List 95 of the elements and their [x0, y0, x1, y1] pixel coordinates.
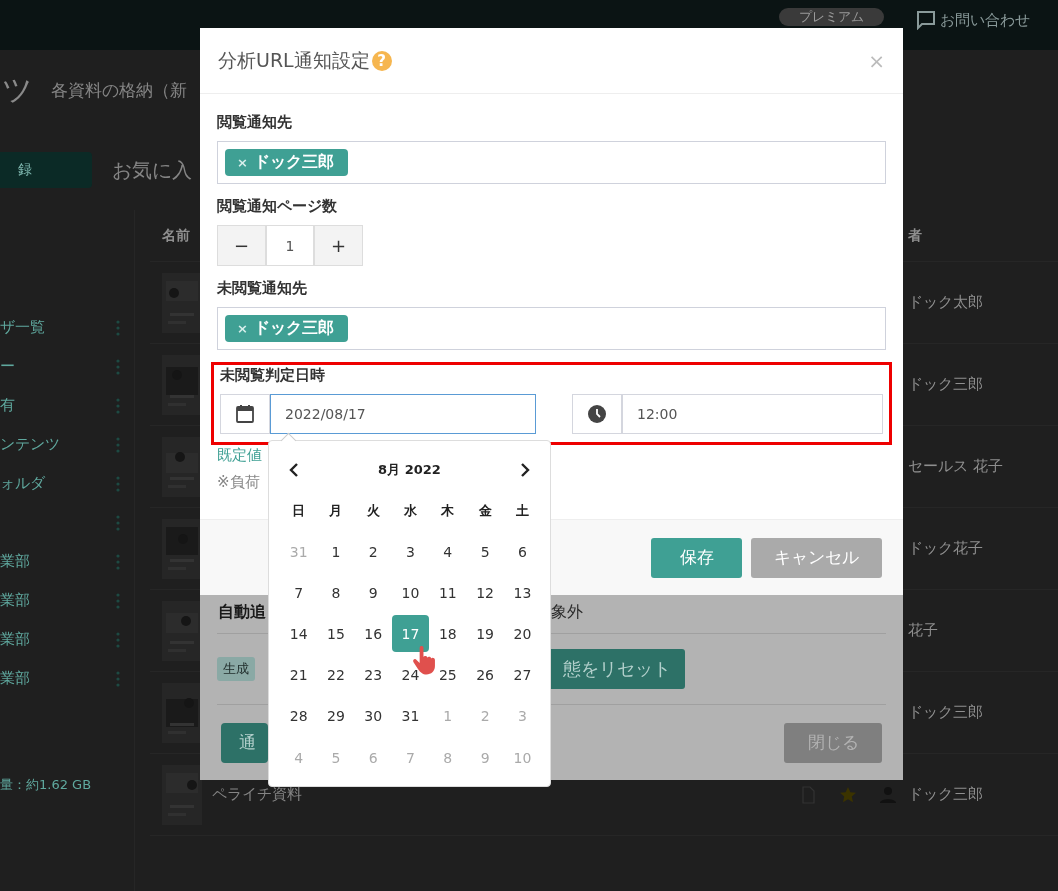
date-field[interactable]: 2022/08/17 [270, 394, 536, 434]
notify-button[interactable]: 通 [221, 722, 268, 763]
owner-name: ドック花子 [908, 539, 984, 558]
calendar-day[interactable]: 3 [392, 533, 430, 571]
more-icon[interactable] [116, 553, 120, 570]
owner-name: ドック太郎 [908, 293, 984, 312]
calendar-day[interactable]: 11 [429, 574, 467, 612]
weekday-label: 木 [441, 502, 455, 520]
more-icon[interactable] [116, 514, 120, 531]
calendar-day[interactable]: 30 [354, 697, 392, 735]
calendar-day[interactable]: 2 [354, 533, 392, 571]
calendar-day[interactable]: 9 [354, 574, 392, 612]
calendar-icon [235, 404, 255, 424]
time-field[interactable]: 12:00 [622, 394, 883, 434]
weekday-label: 土 [515, 502, 529, 520]
weekday-label: 日 [292, 502, 306, 520]
file-name[interactable]: ペライチ資料 [212, 785, 788, 804]
calendar-day[interactable]: 13 [503, 574, 541, 612]
calendar-day[interactable]: 28 [280, 697, 318, 735]
section-note: 象外 [551, 601, 583, 623]
increment-button[interactable]: + [314, 225, 363, 266]
calendar-day[interactable]: 19 [466, 615, 504, 653]
calendar-day[interactable]: 21 [280, 656, 318, 694]
page-title: ツ [2, 70, 33, 109]
more-icon[interactable] [116, 475, 120, 492]
favorites-label: お気に入 [112, 156, 192, 184]
sidebar-item[interactable]: 業部 [0, 630, 30, 649]
field-label: 閲覧通知ページ数 [217, 196, 338, 216]
more-icon[interactable] [116, 358, 120, 375]
owner-name: ドック三郎 [908, 703, 984, 722]
sidebar-item[interactable]: 業部 [0, 552, 30, 571]
calendar-day[interactable]: 6 [503, 533, 541, 571]
more-icon[interactable] [116, 397, 120, 414]
section-heading: 自動追 [218, 601, 267, 623]
more-icon[interactable] [116, 670, 120, 687]
calendar-day[interactable]: 16 [354, 615, 392, 653]
calendar-day[interactable]: 26 [466, 656, 504, 694]
calendar-day[interactable]: 8 [317, 574, 355, 612]
calendar-button[interactable] [220, 394, 270, 434]
weekday-label: 月 [329, 502, 343, 520]
field-label: 未閲覧判定日時 [220, 365, 326, 385]
column-header: 者 [908, 226, 923, 245]
owner-name: ドック三郎 [908, 375, 984, 394]
owner-name: 花子 [908, 621, 939, 640]
calendar-day[interactable]: 15 [317, 615, 355, 653]
calendar-day[interactable]: 18 [429, 615, 467, 653]
dialog-title: 分析URL通知設定 [218, 47, 370, 73]
weekday-label: 金 [478, 502, 492, 520]
calendar-day[interactable]: 22 [317, 656, 355, 694]
more-icon[interactable] [116, 592, 120, 609]
more-icon[interactable] [116, 631, 120, 648]
note-text: ※負荷 [217, 473, 261, 492]
column-header: 名前 [162, 226, 191, 245]
field-label: 閲覧通知先 [217, 112, 293, 132]
field-label: 未閲覧通知先 [217, 278, 308, 298]
owner-name: ドック三郎 [908, 785, 984, 804]
sidebar-item[interactable]: ザ一覧 [0, 318, 45, 337]
clock-icon [587, 404, 607, 424]
premium-badge[interactable]: プレミアム [779, 8, 884, 26]
contact-link[interactable]: お問い合わせ [940, 10, 1030, 30]
sidebar-item[interactable]: ォルダ [0, 474, 45, 493]
calendar-day[interactable]: 1 [317, 533, 355, 571]
sidebar-item[interactable]: 有 [0, 396, 15, 415]
month-title: 8月 2022 [378, 461, 441, 479]
page-subtitle: 各資料の格納（新 [51, 78, 187, 102]
decrement-button[interactable]: − [217, 225, 266, 266]
calendar-day[interactable]: 4 [429, 533, 467, 571]
chevron-right-icon[interactable] [518, 462, 532, 478]
calendar-day[interactable]: 12 [466, 574, 504, 612]
calendar-day[interactable]: 5 [466, 533, 504, 571]
sidebar-item[interactable]: 業部 [0, 669, 30, 688]
chevron-left-icon[interactable] [287, 462, 301, 478]
status-badge: 生成 [217, 657, 255, 681]
calendar-day[interactable]: 14 [280, 615, 318, 653]
register-button[interactable]: 録 [0, 152, 92, 188]
more-icon[interactable] [116, 436, 120, 453]
owner-name: セールス 花子 [908, 457, 1004, 476]
more-icon[interactable] [116, 319, 120, 336]
chat-icon [916, 10, 936, 30]
calendar-day[interactable]: 20 [503, 615, 541, 653]
weekday-label: 火 [366, 502, 380, 520]
weekday-label: 水 [404, 502, 418, 520]
calendar-day[interactable]: 7 [280, 574, 318, 612]
sidebar-item[interactable]: 業部 [0, 591, 30, 610]
sidebar-item[interactable]: ンテンツ [0, 435, 60, 454]
calendar-day[interactable]: 29 [317, 697, 355, 735]
page-count-field[interactable]: 1 [266, 225, 314, 266]
calendar-day[interactable]: 23 [354, 656, 392, 694]
storage-usage: 量：約1.62 GB [0, 776, 93, 794]
calendar-day[interactable]: 31 [392, 697, 430, 735]
calendar-day[interactable]: 10 [392, 574, 430, 612]
calendar-day[interactable]: 27 [503, 656, 541, 694]
sidebar-item[interactable]: ー [0, 357, 15, 376]
clock-button[interactable] [572, 394, 622, 434]
star-icon[interactable] [839, 785, 857, 804]
